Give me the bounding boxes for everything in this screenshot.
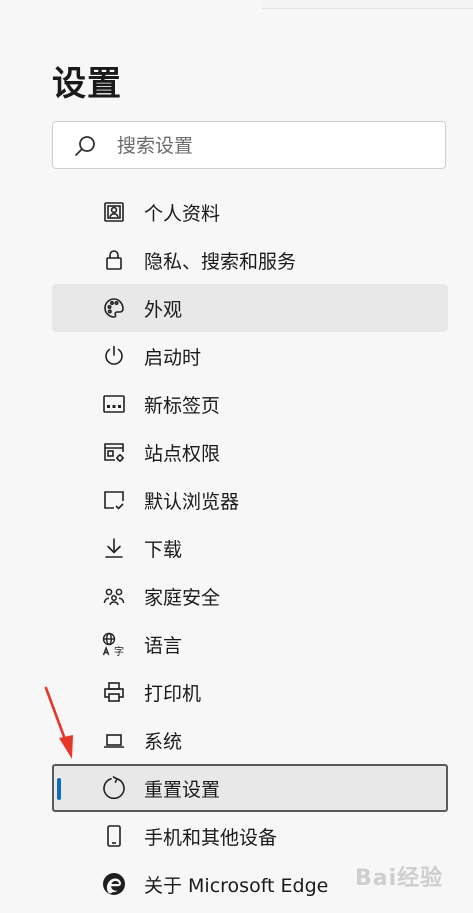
nav-item-site-permissions[interactable]: 站点权限 [52, 428, 448, 476]
nav-item-profile[interactable]: 个人资料 [52, 188, 448, 236]
nav-item-label: 家庭安全 [144, 586, 221, 609]
nav-item-appearance[interactable]: 外观 [52, 284, 448, 332]
nav-item-languages[interactable]: 字 语言 [52, 620, 448, 668]
nav-item-family-safety[interactable]: 家庭安全 [52, 572, 448, 620]
family-icon [100, 582, 128, 610]
nav-item-label: 新标签页 [144, 394, 221, 417]
nav-item-label: 手机和其他设备 [144, 826, 278, 849]
nav-item-printers[interactable]: 打印机 [52, 668, 448, 716]
default-browser-icon [100, 486, 128, 514]
download-icon [100, 534, 128, 562]
settings-nav: 个人资料 隐私、搜索和服务 外观 启动时 新标签页 站点权限 默认浏览器 下载 … [52, 188, 448, 908]
top-strip [0, 0, 473, 9]
nav-item-label: 重置设置 [144, 778, 221, 801]
selected-indicator [57, 778, 61, 800]
palette-icon [100, 294, 128, 322]
annotation-arrow [44, 686, 73, 759]
site-permissions-icon [100, 438, 128, 466]
nav-item-label: 默认浏览器 [144, 490, 240, 513]
nav-item-default-browser[interactable]: 默认浏览器 [52, 476, 448, 524]
nav-item-downloads[interactable]: 下载 [52, 524, 448, 572]
nav-item-label: 下载 [144, 538, 183, 561]
nav-item-startup[interactable]: 启动时 [52, 332, 448, 380]
watermark: Bai经验 [355, 866, 444, 891]
nav-item-phone-devices[interactable]: 手机和其他设备 [52, 812, 448, 860]
nav-item-new-tab[interactable]: 新标签页 [52, 380, 448, 428]
edge-logo-icon [100, 870, 128, 898]
nav-item-label: 个人资料 [144, 202, 221, 225]
nav-item-label: 语言 [144, 634, 183, 657]
nav-item-label: 关于 Microsoft Edge [144, 874, 329, 897]
nav-item-privacy[interactable]: 隐私、搜索和服务 [52, 236, 448, 284]
reset-icon [100, 774, 128, 802]
search-box[interactable] [52, 121, 446, 169]
nav-item-label: 打印机 [144, 682, 202, 705]
printer-icon [100, 678, 128, 706]
nav-item-reset-settings[interactable]: 重置设置 [52, 764, 448, 812]
search-input[interactable] [115, 130, 439, 162]
language-icon: 字 [100, 630, 128, 658]
page-title: 设置 [52, 64, 122, 104]
lock-icon [100, 246, 128, 274]
laptop-icon [100, 726, 128, 754]
nav-item-label: 站点权限 [144, 442, 221, 465]
profile-icon [100, 198, 128, 226]
nav-item-label: 启动时 [144, 346, 202, 369]
top-strip-segment [262, 0, 473, 9]
search-icon [75, 136, 95, 156]
nav-item-system[interactable]: 系统 [52, 716, 448, 764]
phone-icon [100, 822, 128, 850]
nav-item-label: 隐私、搜索和服务 [144, 250, 297, 273]
power-icon [100, 342, 128, 370]
new-tab-icon [100, 390, 128, 418]
svg-text:字: 字 [114, 645, 124, 657]
nav-item-label: 系统 [144, 730, 183, 753]
nav-item-label: 外观 [144, 298, 183, 321]
